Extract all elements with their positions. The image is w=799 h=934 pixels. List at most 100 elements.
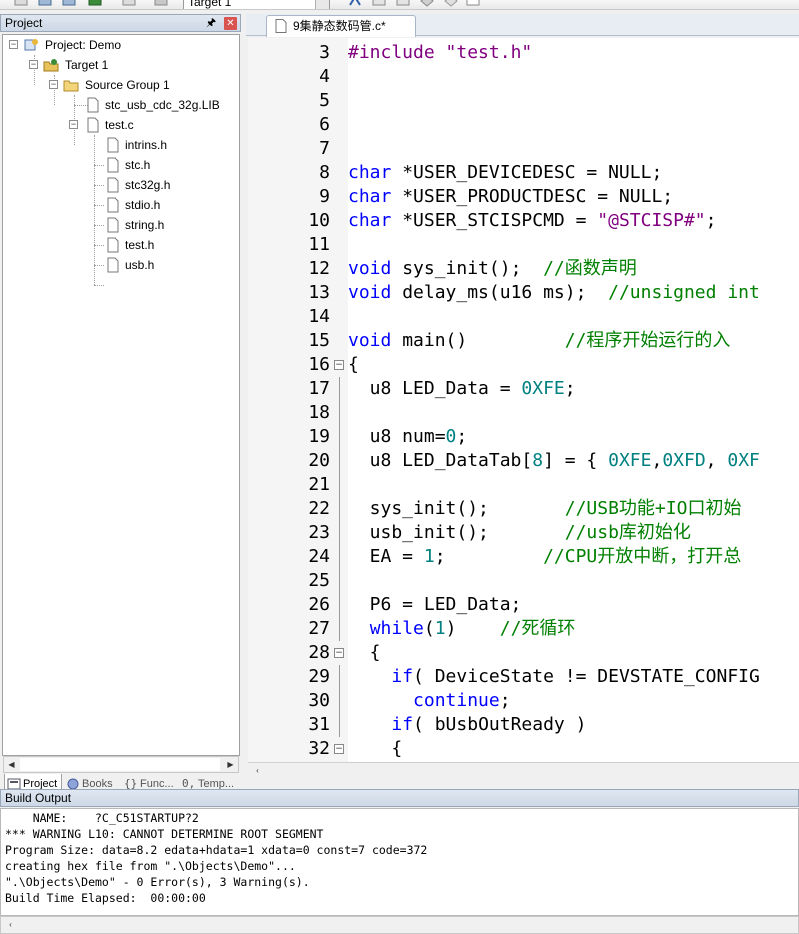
code-line[interactable]: 16−{ [248, 353, 799, 377]
stop-build-icon[interactable] [154, 0, 168, 7]
build-output-title-text: Build Output [5, 791, 72, 805]
code-line[interactable]: 9 char *USER_PRODUCTDESC = NULL; [248, 185, 799, 209]
line-number: 28 [308, 642, 330, 663]
chevron-down-icon[interactable] [315, 0, 329, 9]
line-number: 9 [319, 186, 330, 207]
diamond-icon[interactable] [420, 0, 434, 7]
gem-icon[interactable] [444, 0, 458, 7]
translate-icon[interactable] [122, 0, 136, 7]
code-editor[interactable]: 3 #include "test.h" 4 5 6 7 8 char *USER_DEVICE… [248, 38, 799, 762]
download-icon[interactable] [88, 0, 102, 7]
code-line[interactable]: 21 [248, 473, 799, 497]
line-number: 21 [308, 474, 330, 495]
line-number: 10 [308, 210, 330, 231]
code-line[interactable]: 4 [248, 65, 799, 89]
code-line[interactable]: 14 [248, 305, 799, 329]
code-line[interactable]: 19 u8 num=0; [248, 425, 799, 449]
code-line[interactable]: 7 [248, 137, 799, 161]
code-line[interactable]: 17 u8 LED_Data = 0XFE; [248, 377, 799, 401]
collapse-icon[interactable]: − [69, 120, 78, 129]
code-line[interactable]: 5 [248, 89, 799, 113]
code-line[interactable]: 29 if( DeviceState != DEVSTATE_CONFIG [248, 665, 799, 689]
build-output-line: ".\Objects\Demo" - 0 Error(s), 3 Warning… [5, 875, 310, 889]
line-number: 26 [308, 594, 330, 615]
code-text: void sys_init(); //函数声明 [348, 258, 637, 279]
scroll-left-icon[interactable]: ‹ [250, 763, 265, 779]
code-line[interactable]: 8 char *USER_DEVICEDESC = NULL; [248, 161, 799, 185]
build-output-line: Build Time Elapsed: 00:00:00 [5, 891, 206, 905]
code-line[interactable]: 23 usb_init(); //usb库初始化 [248, 521, 799, 545]
editor-hscrollbar[interactable]: ‹ [248, 762, 799, 779]
scrollbar-thumb[interactable] [20, 758, 220, 771]
line-number: 16 [308, 354, 330, 375]
editor-file-tab-label: 9集静态数码管.c* [293, 19, 386, 33]
code-line[interactable]: 20 u8 LED_DataTab[8] = { 0XFE,0XFD, 0XF [248, 449, 799, 473]
code-text: void delay_ms(u16 ms); //unsigned int [348, 282, 760, 303]
fold-guide [339, 521, 340, 545]
code-line[interactable]: 12 void sys_init(); //函数声明 [248, 257, 799, 281]
line-number: 19 [308, 426, 330, 447]
build-output-panel[interactable]: NAME: ?C_C51STARTUP?2 *** WARNING L10: C… [0, 808, 799, 916]
code-line[interactable]: 22 sys_init(); //USB功能+IO口初始 [248, 497, 799, 521]
collapse-icon[interactable]: − [49, 80, 58, 89]
collapse-icon[interactable]: − [9, 40, 18, 49]
fold-guide [339, 449, 340, 473]
code-line[interactable]: 11 [248, 233, 799, 257]
code-line[interactable]: 30 continue; [248, 689, 799, 713]
code-line[interactable]: 27 while(1) //死循环 [248, 617, 799, 641]
code-line[interactable]: 26 P6 = LED_Data; [248, 593, 799, 617]
tree-item-label: test.h [125, 238, 155, 252]
rebuild-icon[interactable] [62, 0, 76, 7]
scroll-left-icon[interactable]: ◀ [4, 757, 19, 772]
file-icon [105, 257, 121, 273]
code-line[interactable]: 31 if( bUsbOutReady ) [248, 713, 799, 737]
line-number: 15 [308, 330, 330, 351]
build-output-hscrollbar[interactable]: ‹ [0, 916, 799, 934]
project-tree-hscrollbar[interactable]: ◀ ▶ [3, 756, 239, 773]
code-line[interactable]: 10 char *USER_STCISPCMD = "@STCISP#"; [248, 209, 799, 233]
file-icon [105, 177, 121, 193]
fold-guide [339, 713, 340, 737]
line-number: 13 [308, 282, 330, 303]
scroll-right-icon[interactable]: ▶ [223, 757, 238, 772]
code-line[interactable]: 32− { [248, 737, 799, 761]
line-number: 20 [308, 450, 330, 471]
build-icon[interactable] [38, 0, 52, 7]
fold-toggle-icon[interactable]: − [334, 648, 344, 658]
file-icon [105, 197, 121, 213]
manage-icon[interactable] [372, 0, 386, 7]
code-text: u8 LED_Data = 0XFE; [348, 378, 576, 399]
code-line[interactable]: 13 void delay_ms(u16 ms); //unsigned int [248, 281, 799, 305]
line-number: 31 [308, 714, 330, 735]
line-number: 11 [308, 234, 330, 255]
target-select[interactable]: Target 1 [183, 0, 330, 9]
code-line[interactable]: 18 [248, 401, 799, 425]
line-number: 24 [308, 546, 330, 567]
line-number: 5 [319, 90, 330, 111]
fold-guide [339, 473, 340, 497]
code-text: void main() //程序开始运行的入 [348, 330, 731, 351]
code-line[interactable]: 15 void main() //程序开始运行的入 [248, 329, 799, 353]
line-number: 12 [308, 258, 330, 279]
close-icon[interactable]: ✕ [224, 17, 237, 30]
code-line[interactable]: 24 EA = 1; //CPU开放中断，打开总 [248, 545, 799, 569]
code-line[interactable]: 3 #include "test.h" [248, 41, 799, 65]
tree-item-label: stc_usb_cdc_32g.LIB [105, 98, 220, 112]
scroll-left-icon[interactable]: ‹ [3, 917, 18, 933]
line-number: 22 [308, 498, 330, 519]
code-text: #include "test.h" [348, 42, 533, 63]
fold-toggle-icon[interactable]: − [334, 744, 344, 754]
editor-file-tab[interactable]: 9集静态数码管.c* [266, 15, 416, 37]
code-line[interactable]: 25 [248, 569, 799, 593]
tree-item-label: test.c [105, 118, 134, 132]
select-packs-icon[interactable] [396, 0, 410, 7]
line-number: 3 [319, 42, 330, 63]
code-line[interactable]: 6 [248, 113, 799, 137]
window-icon[interactable] [466, 0, 480, 7]
undo-icon[interactable] [14, 0, 28, 7]
collapse-icon[interactable]: − [29, 60, 38, 69]
fold-toggle-icon[interactable]: − [334, 360, 344, 370]
code-line[interactable]: 28− { [248, 641, 799, 665]
pin-icon[interactable]: 🖈 [206, 17, 218, 29]
options-icon[interactable] [348, 0, 362, 7]
